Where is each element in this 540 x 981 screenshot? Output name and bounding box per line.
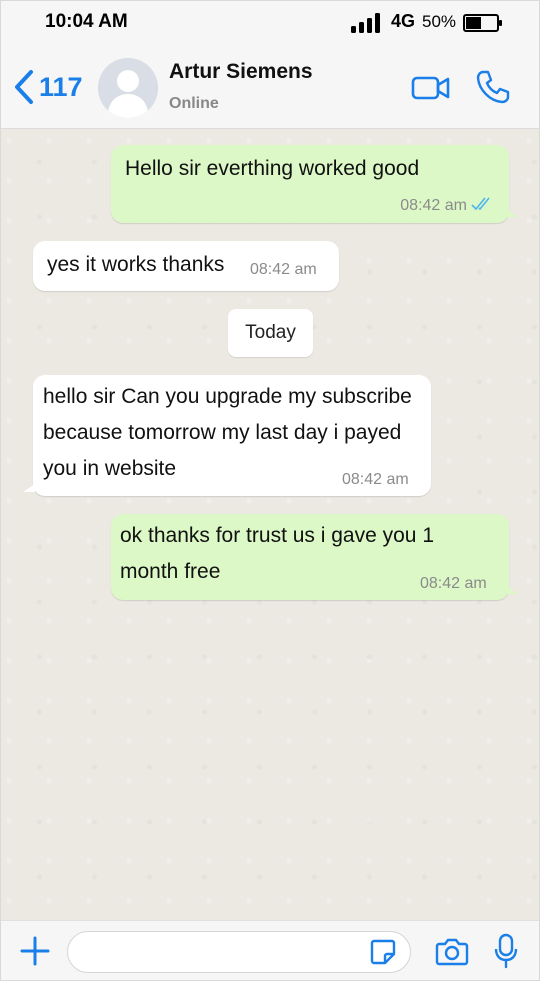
- person-silhouette-icon: [98, 58, 158, 118]
- message-bubble-incoming[interactable]: yes it works thanks 08:42 am: [33, 241, 339, 291]
- message-bubble-outgoing[interactable]: ok thanks for trust us i gave you 1 mont…: [111, 514, 518, 600]
- signal-bars-icon: [351, 13, 380, 33]
- contact-name[interactable]: Artur Siemens: [169, 60, 313, 84]
- unread-count: 117: [39, 71, 83, 102]
- input-bar: [1, 920, 539, 980]
- message-bubble-outgoing[interactable]: Hello sir everthing worked good 08:42 am: [111, 145, 518, 223]
- message-time: 08:42 am: [400, 197, 467, 214]
- double-check-icon: [471, 197, 490, 211]
- message-time: 08:42 am: [342, 471, 409, 488]
- battery-percent: 50%: [422, 12, 457, 31]
- sticker-icon[interactable]: [369, 938, 397, 966]
- battery-icon: [463, 14, 502, 32]
- status-bar: 10:04 AM 4G 50%: [1, 1, 539, 45]
- phone-call-icon[interactable]: [475, 69, 511, 105]
- contact-status: Online: [169, 95, 219, 112]
- message-input[interactable]: [67, 931, 411, 973]
- back-button[interactable]: 117: [13, 67, 83, 107]
- chat-header: 117 Artur Siemens Online: [1, 45, 539, 129]
- plus-icon[interactable]: [19, 935, 51, 967]
- message-text: yes it works thanks: [47, 253, 225, 276]
- message-text: Hello sir everthing worked good: [125, 157, 420, 180]
- phone-screen: 10:04 AM 4G 50% 117 Artur Siemens Online…: [0, 0, 540, 981]
- video-call-icon[interactable]: [411, 73, 451, 103]
- chevron-left-icon: [15, 70, 33, 104]
- chat-area[interactable]: Hello sir everthing worked good 08:42 am…: [1, 129, 539, 920]
- microphone-icon[interactable]: [494, 933, 518, 969]
- status-time: 10:04 AM: [45, 11, 128, 32]
- camera-icon[interactable]: [435, 935, 469, 967]
- message-time: 08:42 am: [250, 261, 317, 278]
- message-time: 08:42 am: [420, 575, 487, 592]
- message-bubble-incoming[interactable]: hello sir Can you upgrade my subscribe b…: [23, 375, 431, 496]
- day-separator: Today: [228, 309, 313, 357]
- avatar[interactable]: [98, 58, 158, 118]
- network-type: 4G: [391, 11, 416, 31]
